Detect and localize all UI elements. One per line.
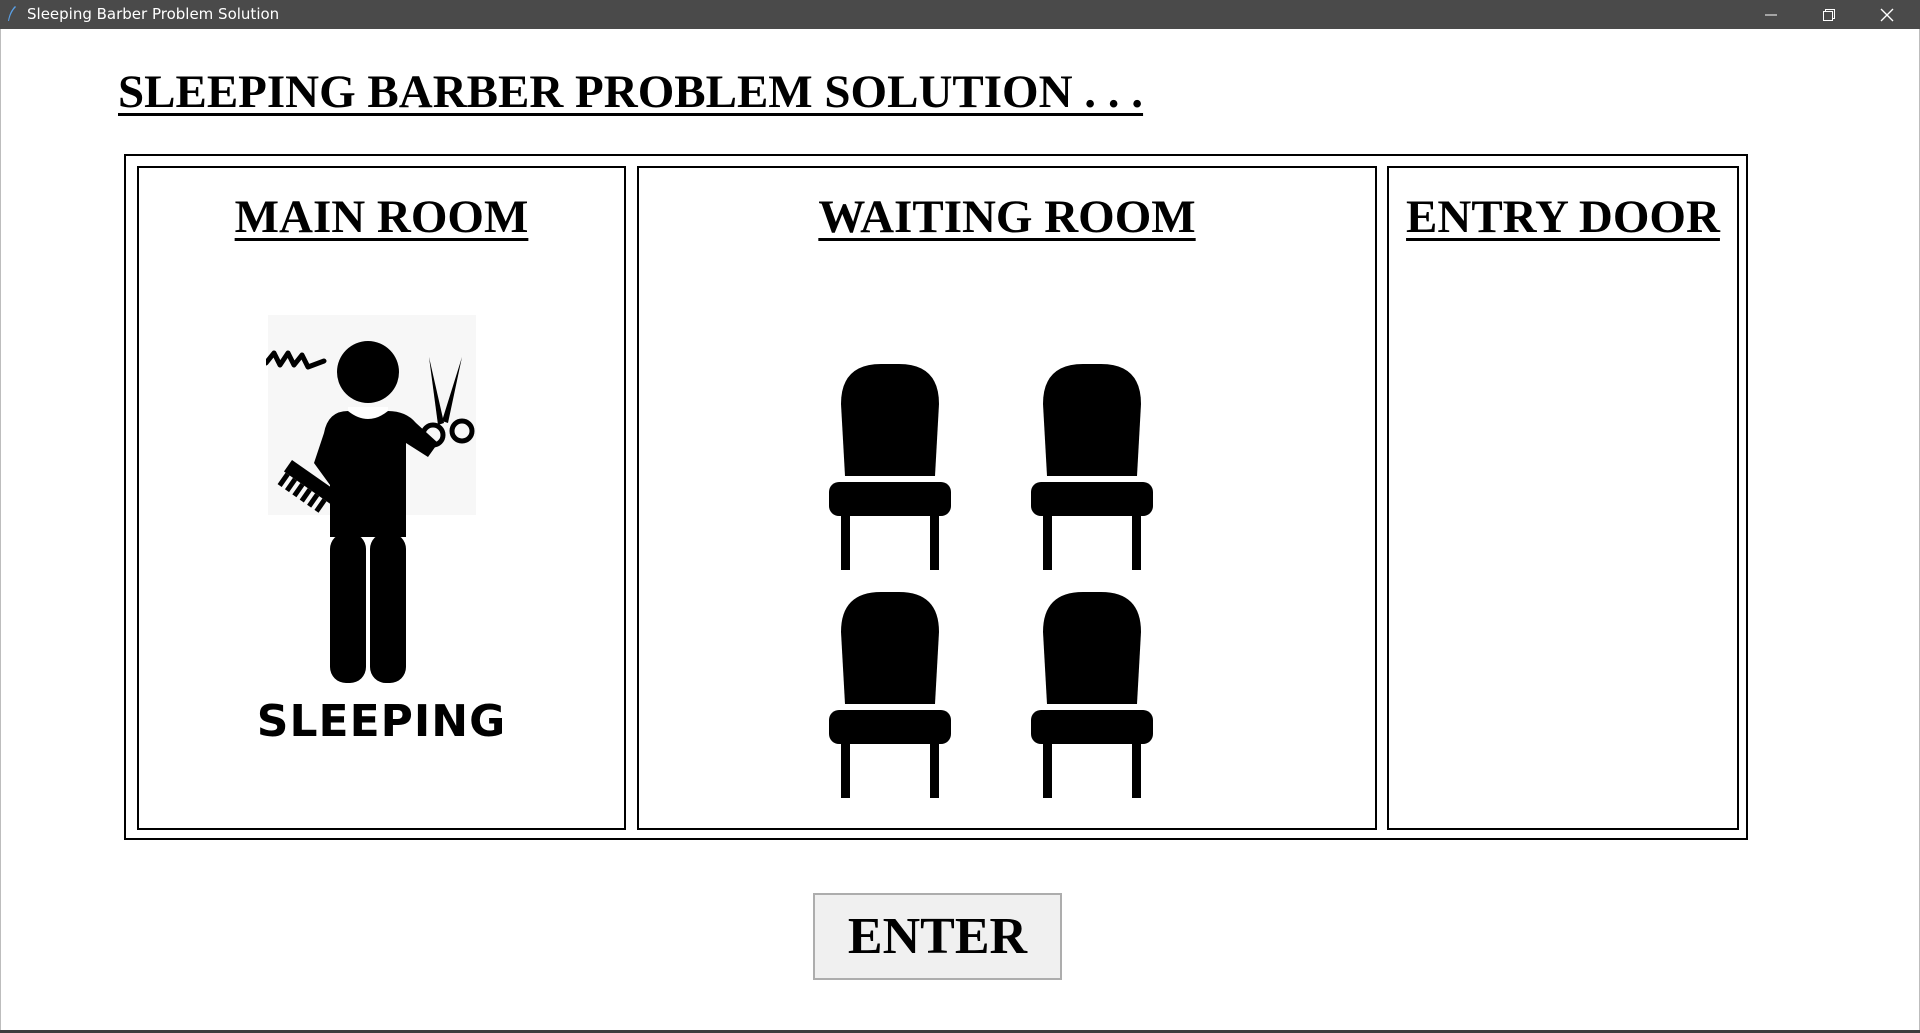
chair-icon <box>829 364 951 570</box>
window-title: Sleeping Barber Problem Solution <box>27 5 280 23</box>
feather-icon <box>8 6 16 21</box>
barber-status-label: SLEEPING <box>256 696 507 747</box>
close-icon <box>1880 8 1894 21</box>
enter-button[interactable]: ENTER <box>813 893 1062 980</box>
main-room-heading-wrap: MAIN ROOM <box>139 191 624 243</box>
waiting-room-panel: WAITING ROOM <box>637 166 1377 830</box>
restore-icon <box>1823 8 1835 21</box>
restore-button[interactable] <box>1800 0 1858 29</box>
window-title-bar[interactable]: Sleeping Barber Problem Solution <box>0 0 1920 29</box>
main-room-panel: MAIN ROOM SLEEPING <box>137 166 626 830</box>
entry-door-panel: ENTRY DOOR <box>1387 166 1739 830</box>
entry-door-heading-wrap: ENTRY DOOR <box>1389 191 1737 243</box>
chair-icon <box>829 592 951 798</box>
chair-icon <box>1031 364 1153 570</box>
main-room-heading: MAIN ROOM <box>234 191 529 243</box>
waiting-room-heading-wrap: WAITING ROOM <box>639 191 1375 243</box>
window-border-left <box>0 29 1 1030</box>
page-title: SLEEPING BARBER PROBLEM SOLUTION . . . <box>118 66 1144 118</box>
waiting-room-heading: WAITING ROOM <box>818 191 1196 243</box>
barber-icon <box>266 315 476 683</box>
entry-door-heading: ENTRY DOOR <box>1406 191 1720 243</box>
minimize-button[interactable] <box>1742 0 1800 29</box>
minimize-icon <box>1765 14 1777 15</box>
chair-icon <box>1031 592 1153 798</box>
close-button[interactable] <box>1858 0 1916 29</box>
